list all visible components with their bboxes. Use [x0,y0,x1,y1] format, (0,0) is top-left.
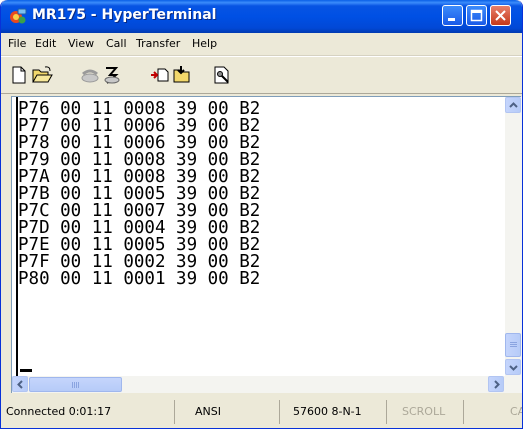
menu-view[interactable]: View [68,37,94,50]
menu-bar: File Edit View Call Transfer Help [1,33,522,56]
new-document-icon[interactable] [8,64,30,86]
menu-call[interactable]: Call [106,37,127,50]
terminal-line: P76 00 11 0008 39 00 B2 [18,99,261,119]
terminal-line: P7B 00 11 0005 39 00 B2 [18,184,261,204]
send-file-icon[interactable] [149,64,171,86]
status-bar: Connected 0:01:17 ANSI 57600 8-N-1 SCROL… [1,396,522,428]
open-folder-icon[interactable] [31,64,53,86]
window-title: MR175 - HyperTerminal [32,7,217,23]
status-emulation: ANSI [179,400,280,424]
terminal-line: P7E 00 11 0005 39 00 B2 [18,235,261,255]
maximize-button[interactable] [466,5,487,26]
status-port-settings: 57600 8-N-1 [285,400,387,424]
thumb-grip [76,382,77,388]
properties-icon[interactable] [211,64,233,86]
terminal-line: P79 00 11 0008 39 00 B2 [18,150,261,170]
status-caps: CAPS [510,405,522,418]
minimize-button[interactable] [442,5,463,26]
thumb-grip [74,382,75,388]
thumb-grip [72,382,73,388]
vertical-scrollbar[interactable] [505,97,522,376]
toolbar [1,56,522,94]
terminal-line: P77 00 11 0006 39 00 B2 [18,116,261,136]
scroll-up-button[interactable] [505,97,521,113]
terminal-line: P7C 00 11 0007 39 00 B2 [18,201,261,221]
thumb-grip [510,346,517,347]
thumb-grip [510,344,517,345]
disconnect-icon[interactable] [101,64,123,86]
scroll-left-button[interactable] [12,376,28,392]
terminal-line: P80 00 11 0001 39 00 B2 [18,269,261,289]
terminal-screen[interactable]: P76 00 11 0008 39 00 B2 P77 00 11 0006 3… [12,97,505,376]
terminal-line: P7A 00 11 0008 39 00 B2 [18,167,261,187]
terminal-frame: P76 00 11 0008 39 00 B2 P77 00 11 0006 3… [11,96,522,393]
text-cursor [20,369,32,372]
status-connection: Connected 0:01:17 [4,400,175,424]
scroll-down-button[interactable] [505,359,521,375]
terminal-line: P78 00 11 0006 39 00 B2 [18,133,261,153]
receive-file-icon[interactable] [171,64,193,86]
menu-help[interactable]: Help [192,37,217,50]
terminal-line: P7D 00 11 0004 39 00 B2 [18,218,261,238]
horizontal-scroll-thumb[interactable] [29,377,122,392]
menu-edit[interactable]: Edit [35,37,56,50]
close-button[interactable] [490,5,511,26]
dial-phone-icon[interactable] [79,64,101,86]
title-bar[interactable]: MR175 - HyperTerminal [1,0,522,33]
thumb-grip [78,382,79,388]
menu-file[interactable]: File [8,37,26,50]
hyperterminal-phone-icon[interactable] [9,7,27,25]
terminal-line: P7F 00 11 0002 39 00 B2 [18,252,261,272]
horizontal-scrollbar[interactable] [12,376,522,393]
status-scroll: SCROLL [392,400,464,424]
vertical-scroll-thumb[interactable] [505,333,521,357]
hyperterminal-window: MR175 - HyperTerminal File Edit View Cal… [0,0,523,429]
thumb-grip [510,342,517,343]
scroll-right-button[interactable] [488,376,504,392]
menu-transfer[interactable]: Transfer [136,37,180,50]
